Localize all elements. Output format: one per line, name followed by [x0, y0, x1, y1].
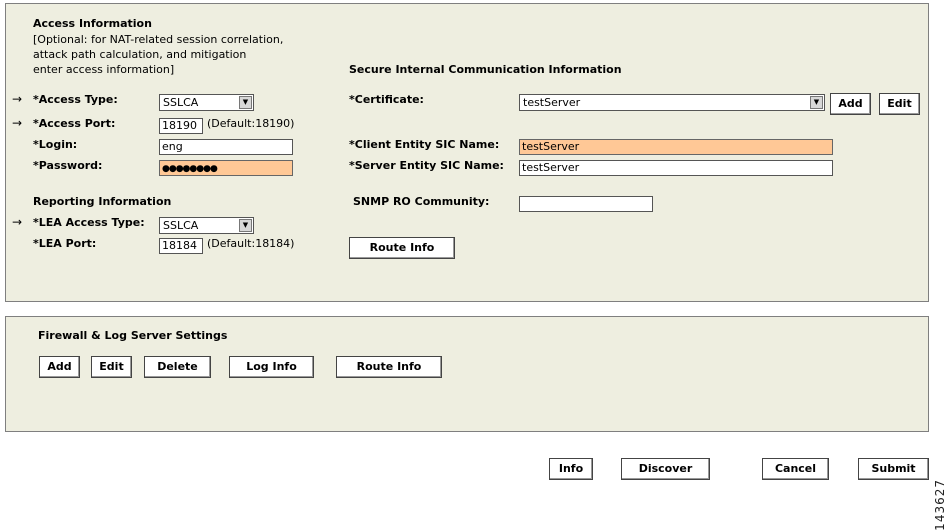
right-arrow-icon: →: [12, 92, 23, 106]
server-sic-input[interactable]: testServer: [519, 160, 833, 176]
access-heading: Access Information: [33, 17, 152, 30]
access-note: [Optional: for NAT-related session corre…: [33, 33, 284, 76]
log-info-button[interactable]: Log Info: [229, 356, 314, 378]
access-port-input[interactable]: 18190: [159, 118, 203, 134]
client-sic-label: *Client Entity SIC Name:: [349, 138, 500, 151]
firewall-heading: Firewall & Log Server Settings: [38, 329, 228, 342]
certificate-edit-button[interactable]: Edit: [879, 93, 920, 115]
chevron-down-icon[interactable]: ▼: [810, 96, 823, 109]
route-info-button[interactable]: Route Info: [349, 237, 455, 259]
password-input[interactable]: ●●●●●●●●: [159, 160, 293, 176]
access-type-select[interactable]: SSLCA ▼: [159, 94, 254, 111]
snmp-input[interactable]: [519, 196, 653, 212]
access-type-value: SSLCA: [163, 96, 199, 109]
discover-button[interactable]: Discover: [621, 458, 710, 480]
info-button[interactable]: Info: [549, 458, 593, 480]
certificate-value: testServer: [523, 96, 581, 109]
firewall-delete-button[interactable]: Delete: [144, 356, 211, 378]
lea-port-input[interactable]: 18184: [159, 238, 203, 254]
cancel-button[interactable]: Cancel: [762, 458, 829, 480]
lea-port-default: (Default:18184): [207, 237, 295, 250]
sic-heading: Secure Internal Communication Informatio…: [349, 63, 622, 76]
submit-button[interactable]: Submit: [858, 458, 929, 480]
lea-type-value: SSLCA: [163, 219, 199, 232]
certificate-add-button[interactable]: Add: [830, 93, 871, 115]
snmp-label: SNMP RO Community:: [353, 195, 490, 208]
lea-type-select[interactable]: SSLCA ▼: [159, 217, 254, 234]
figure-number: 143627: [933, 479, 947, 531]
certificate-label: *Certificate:: [349, 93, 424, 106]
right-arrow-icon: →: [12, 116, 23, 130]
login-label: *Login:: [33, 138, 78, 151]
password-label: *Password:: [33, 159, 103, 172]
right-arrow-icon: →: [12, 215, 23, 229]
server-sic-label: *Server Entity SIC Name:: [349, 159, 504, 172]
lea-port-label: *LEA Port:: [33, 237, 97, 250]
login-input[interactable]: eng: [159, 139, 293, 155]
client-sic-input[interactable]: testServer: [519, 139, 833, 155]
firewall-add-button[interactable]: Add: [39, 356, 80, 378]
chevron-down-icon[interactable]: ▼: [239, 96, 252, 109]
lea-type-label: *LEA Access Type:: [33, 216, 145, 229]
chevron-down-icon[interactable]: ▼: [239, 219, 252, 232]
firewall-route-info-button[interactable]: Route Info: [336, 356, 442, 378]
access-type-label: *Access Type:: [33, 93, 118, 106]
access-port-default: (Default:18190): [207, 117, 295, 130]
access-port-label: *Access Port:: [33, 117, 116, 130]
reporting-heading: Reporting Information: [33, 195, 172, 208]
certificate-select[interactable]: testServer ▼: [519, 94, 825, 111]
firewall-edit-button[interactable]: Edit: [91, 356, 132, 378]
